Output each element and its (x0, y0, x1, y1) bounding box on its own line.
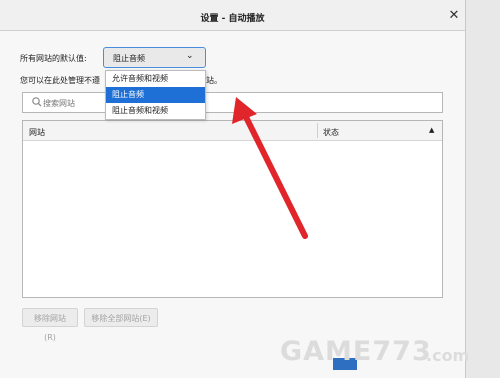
annotation-arrow (232, 97, 308, 239)
watermark: GAME773 .com (280, 336, 498, 374)
watermark-text: GAME773 (280, 336, 432, 367)
watermark-suffix: .com (426, 346, 470, 365)
